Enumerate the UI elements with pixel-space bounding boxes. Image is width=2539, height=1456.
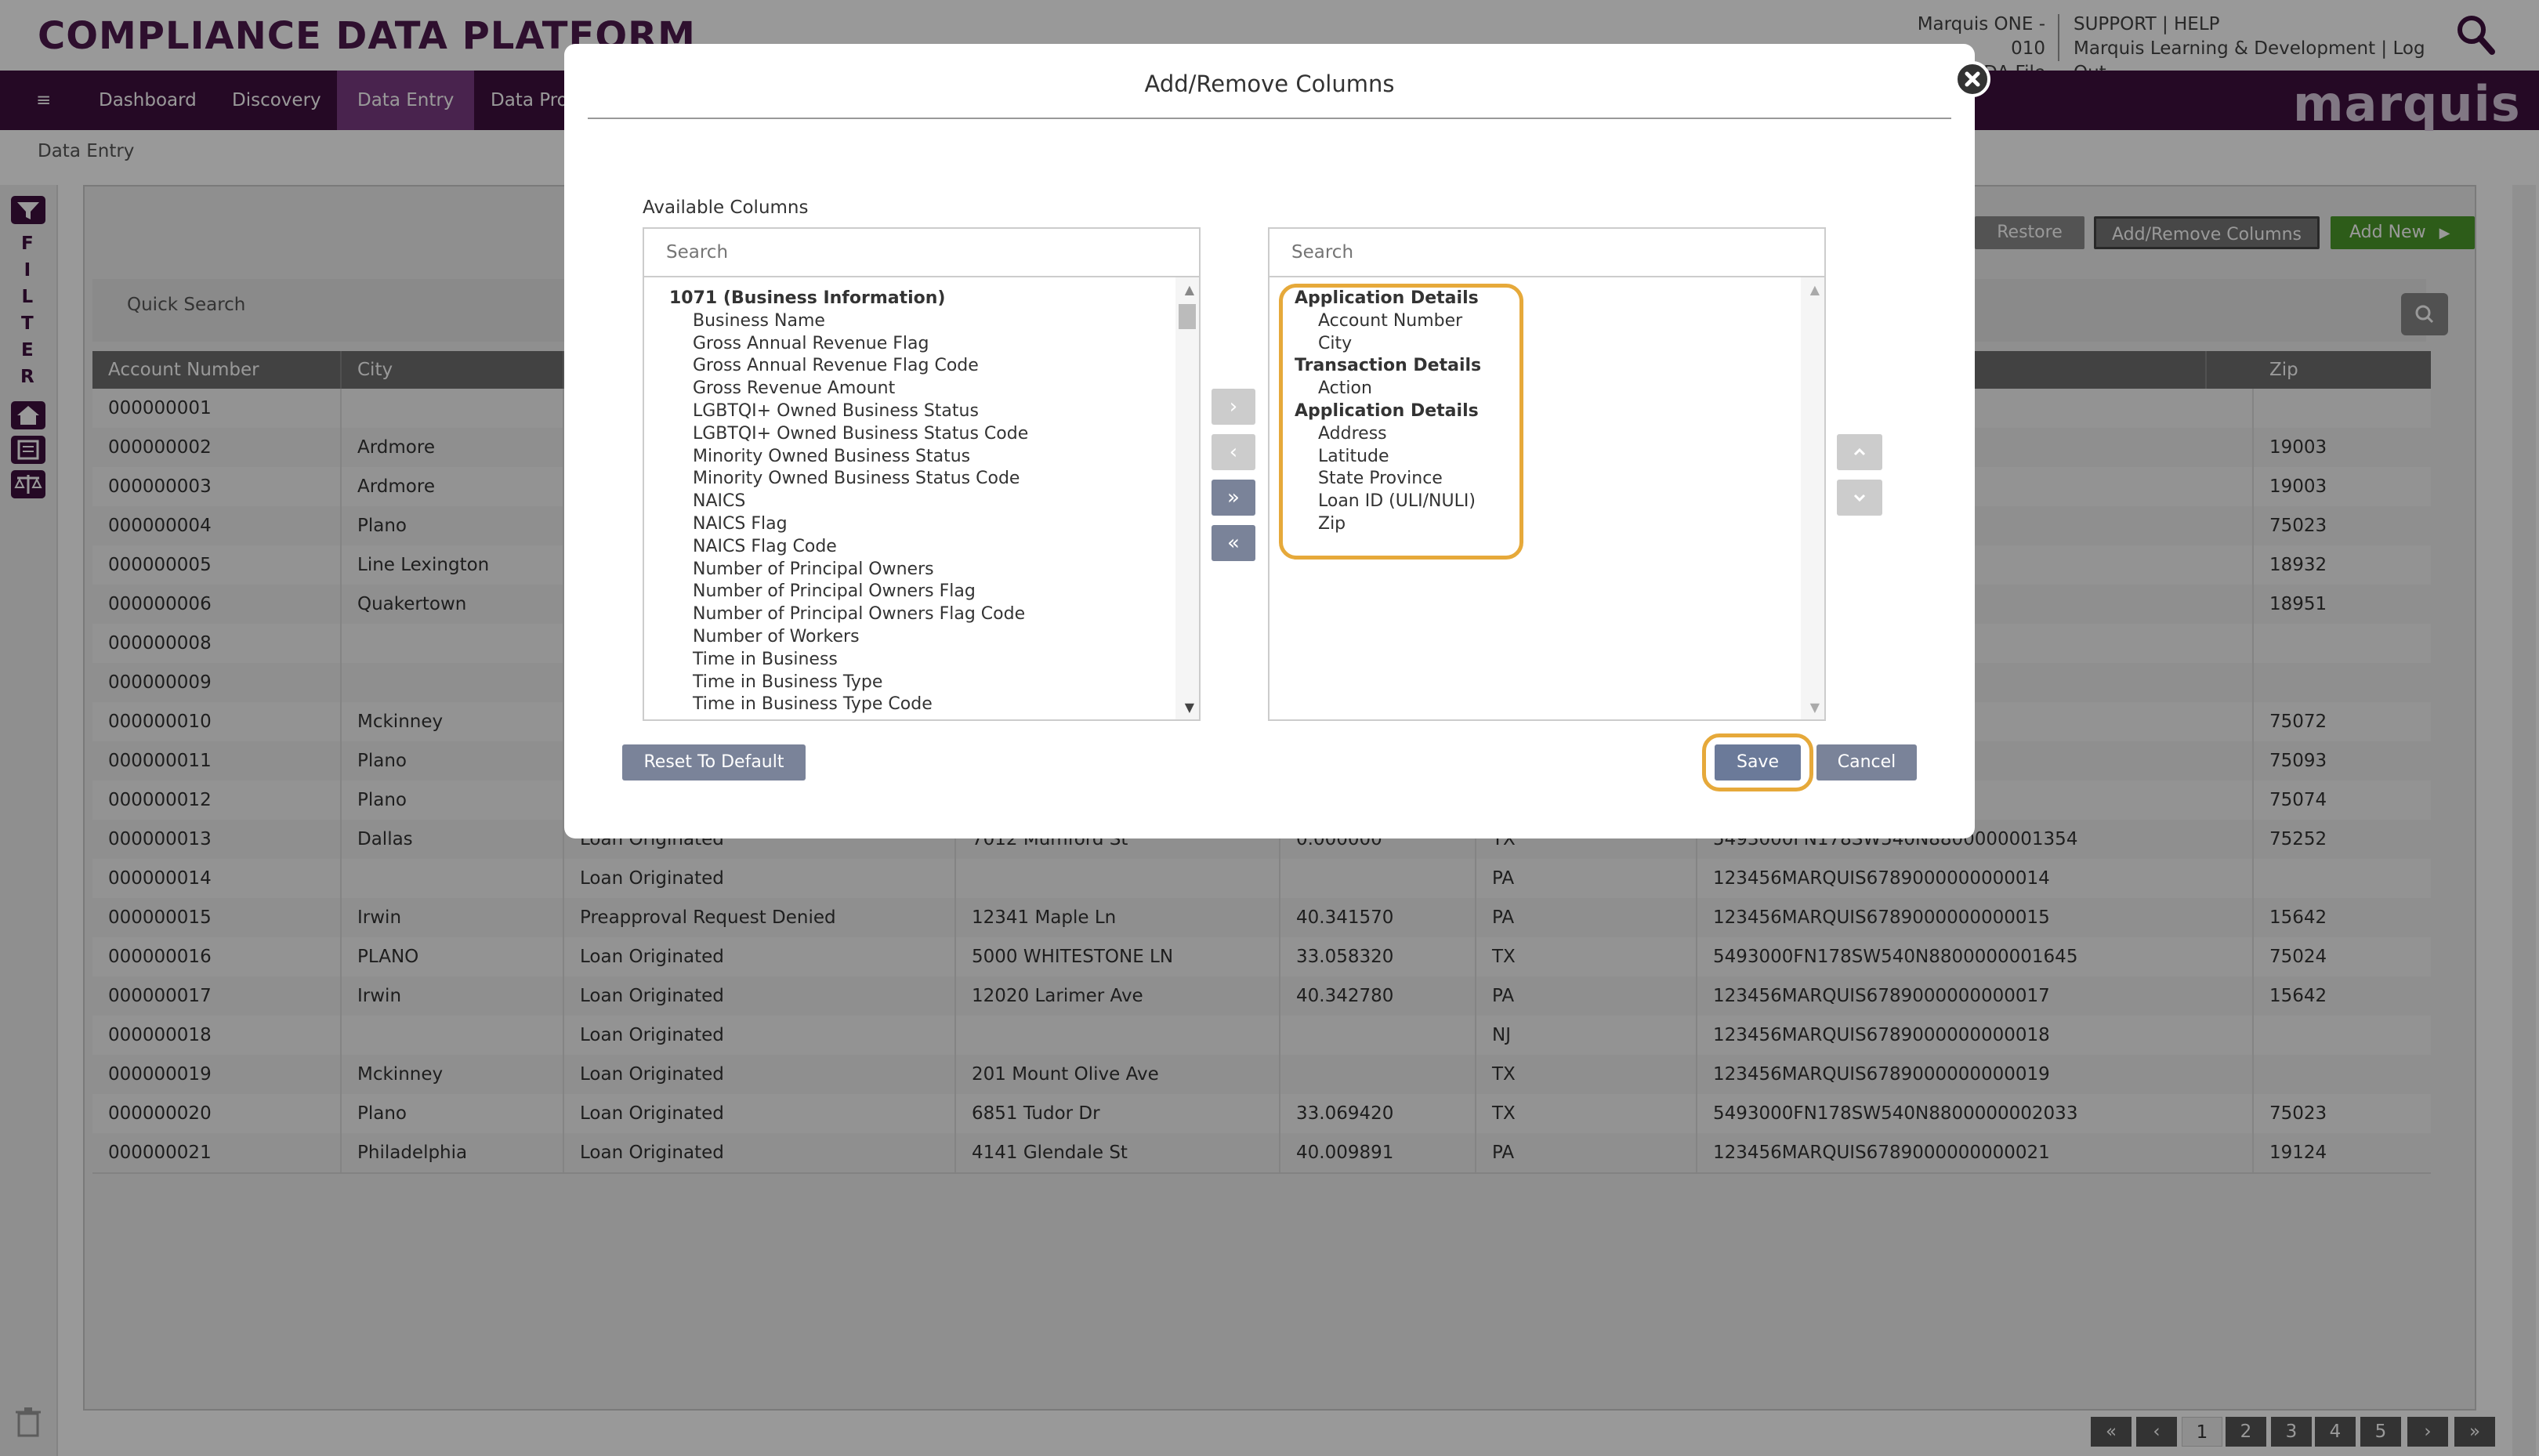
save-button[interactable]: Save bbox=[1715, 744, 1801, 781]
close-icon[interactable] bbox=[1954, 61, 1990, 97]
list-item[interactable]: Gross Annual Revenue Flag bbox=[693, 334, 929, 353]
reset-to-default-button[interactable]: Reset To Default bbox=[622, 744, 806, 781]
move-all-right-button[interactable]: » bbox=[1212, 480, 1255, 516]
move-left-button[interactable]: ‹ bbox=[1212, 434, 1255, 470]
up-chevron-icon bbox=[1853, 447, 1866, 456]
list-item[interactable]: Time in Business bbox=[693, 650, 838, 669]
list-item[interactable]: Number of Workers bbox=[693, 627, 860, 647]
page: COMPLIANCE DATA PLATFORM Marquis ONE - 0… bbox=[0, 0, 2539, 1456]
available-list-scrollbar[interactable]: ▲ ▼ bbox=[1175, 277, 1199, 719]
list-item[interactable]: Minority Owned Business Status Code bbox=[693, 469, 1020, 488]
cancel-button[interactable]: Cancel bbox=[1816, 744, 1917, 781]
scroll-down-arrow-icon[interactable]: ▼ bbox=[1185, 700, 1194, 715]
list-item[interactable]: Gross Revenue Amount bbox=[693, 378, 895, 398]
selected-list-scrollbar[interactable]: ▲ ▼ bbox=[1801, 277, 1824, 719]
list-item[interactable]: NAICS Flag bbox=[693, 514, 788, 534]
scroll-up-arrow-icon[interactable]: ▲ bbox=[1810, 282, 1820, 297]
close-x-glyph bbox=[1965, 71, 1980, 87]
scroll-up-arrow-icon[interactable]: ▲ bbox=[1185, 282, 1194, 297]
move-right-button[interactable]: › bbox=[1212, 389, 1255, 425]
move-up-button[interactable] bbox=[1837, 434, 1882, 470]
list-item[interactable]: Time in Business Type Code bbox=[693, 694, 933, 714]
list-item[interactable]: Number of Principal Owners Flag Code bbox=[693, 604, 1025, 624]
modal-title: Add/Remove Columns bbox=[1144, 71, 1395, 97]
list-item[interactable]: Time in Business Type bbox=[693, 672, 882, 692]
list-item[interactable]: Number of Principal Owners bbox=[693, 560, 934, 579]
scroll-down-arrow-icon[interactable]: ▼ bbox=[1810, 700, 1820, 715]
list-item[interactable]: Business Name bbox=[693, 311, 825, 331]
list-item[interactable]: LGBTQI+ Owned Business Status Code bbox=[693, 424, 1028, 444]
modal-divider bbox=[588, 118, 1951, 119]
down-chevron-icon bbox=[1853, 494, 1866, 502]
list-item[interactable]: LGBTQI+ Owned Business Status bbox=[693, 401, 979, 421]
move-down-button[interactable] bbox=[1837, 480, 1882, 516]
column-group[interactable]: 1071 (Business Information) bbox=[669, 288, 945, 308]
list-item[interactable]: NAICS Flag Code bbox=[693, 537, 837, 556]
available-columns-list[interactable]: 1071 (Business Information) Business Name… bbox=[643, 277, 1201, 721]
list-item[interactable]: Gross Annual Revenue Flag Code bbox=[693, 356, 979, 375]
list-item[interactable]: Number of Principal Owners Flag bbox=[693, 581, 976, 601]
available-columns-label: Available Columns bbox=[643, 197, 809, 218]
scroll-thumb[interactable] bbox=[1179, 304, 1196, 329]
list-item[interactable]: NAICS bbox=[693, 491, 745, 511]
list-item[interactable]: Minority Owned Business Status bbox=[693, 447, 970, 466]
move-all-left-button[interactable]: « bbox=[1212, 525, 1255, 561]
selected-columns-search-input[interactable] bbox=[1268, 227, 1826, 277]
highlight-selected-columns bbox=[1279, 284, 1523, 560]
available-columns-search-input[interactable] bbox=[643, 227, 1201, 277]
